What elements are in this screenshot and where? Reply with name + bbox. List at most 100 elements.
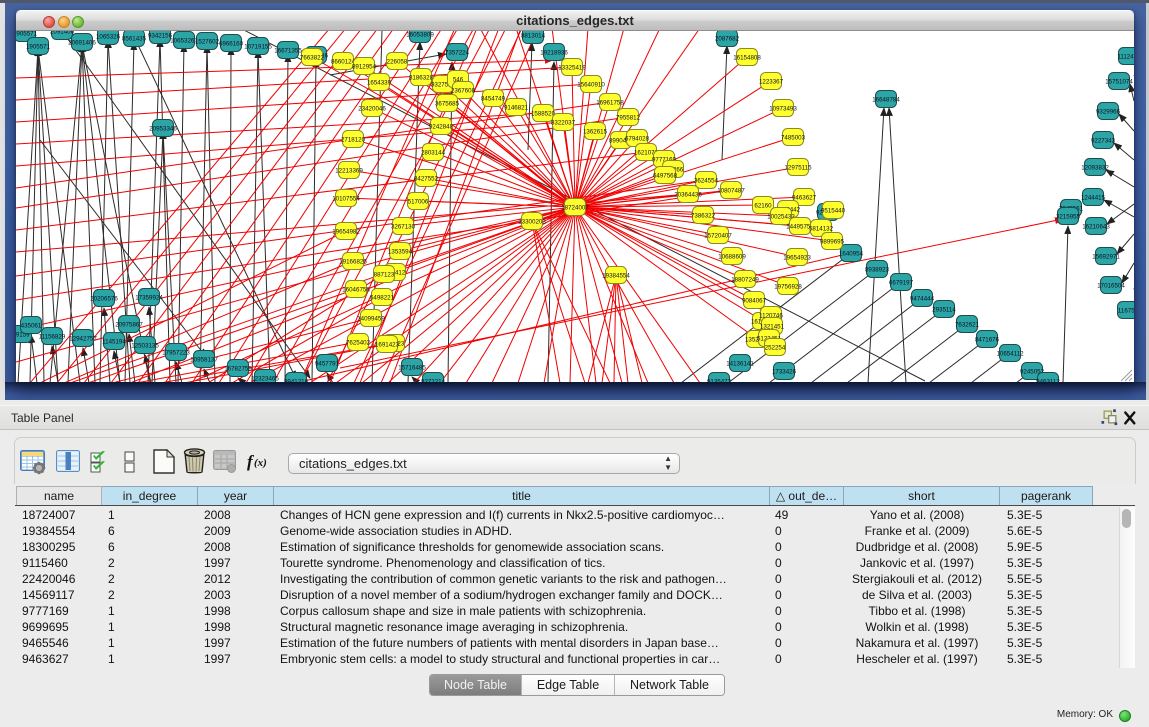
svg-text:2718120: 2718120 xyxy=(341,136,366,143)
svg-text:2935114: 2935114 xyxy=(932,306,956,313)
svg-text:9084067: 9084067 xyxy=(742,297,767,304)
svg-text:9227343: 9227343 xyxy=(1091,137,1116,144)
svg-text:10958137: 10958137 xyxy=(190,356,218,363)
svg-text:1065326: 1065326 xyxy=(96,33,121,40)
svg-text:887123: 887123 xyxy=(374,271,395,278)
svg-text:8427552: 8427552 xyxy=(414,175,439,182)
svg-text:15692971: 15692971 xyxy=(1092,253,1120,260)
svg-text:8561435: 8561435 xyxy=(122,35,147,42)
svg-text:20691406: 20691406 xyxy=(68,39,96,46)
svg-text:6966160: 6966160 xyxy=(219,40,244,47)
svg-text:7625402: 7625402 xyxy=(346,339,371,346)
svg-text:8471676: 8471676 xyxy=(975,336,1000,343)
svg-text:1640954: 1640954 xyxy=(839,250,864,257)
svg-text:3267130: 3267130 xyxy=(391,223,416,230)
svg-text:20364436: 20364436 xyxy=(674,191,702,198)
svg-text:9329966: 9329966 xyxy=(1096,108,1121,115)
svg-text:13325419: 13325419 xyxy=(558,64,586,71)
svg-text:16782759: 16782759 xyxy=(224,365,252,372)
svg-text:12942757: 12942757 xyxy=(69,335,97,342)
svg-text:18807249: 18807249 xyxy=(731,276,759,283)
svg-text:8322037: 8322037 xyxy=(551,119,576,126)
svg-text:9146821: 9146821 xyxy=(504,104,529,111)
svg-text:1353594: 1353594 xyxy=(388,248,413,255)
svg-text:6497568: 6497568 xyxy=(653,172,678,179)
svg-text:9899695: 9899695 xyxy=(820,238,845,245)
svg-text:1905571: 1905571 xyxy=(26,43,51,50)
svg-text:10807487: 10807487 xyxy=(717,187,745,194)
svg-text:2803144: 2803144 xyxy=(421,149,446,156)
svg-text:5814132: 5814132 xyxy=(809,225,834,232)
svg-text:10654112: 10654112 xyxy=(996,350,1024,357)
svg-text:3675685: 3675685 xyxy=(435,100,460,107)
svg-text:6794028: 6794028 xyxy=(625,135,650,142)
svg-text:2091406: 2091406 xyxy=(50,31,75,35)
svg-text:17359924: 17359924 xyxy=(135,294,163,301)
svg-text:19218936: 19218936 xyxy=(540,49,568,56)
svg-text:17016504: 17016504 xyxy=(1097,282,1125,289)
svg-text:3624554: 3624554 xyxy=(694,177,719,184)
svg-text:16053809: 16053809 xyxy=(406,31,434,38)
svg-text:1145194: 1145194 xyxy=(102,338,126,345)
svg-text:226058: 226058 xyxy=(387,58,408,65)
svg-text:12093832: 12093832 xyxy=(1081,164,1109,171)
svg-text:116753: 116753 xyxy=(1118,307,1134,314)
svg-text:12323465: 12323465 xyxy=(251,375,279,382)
svg-text:1588520: 1588520 xyxy=(531,110,556,117)
svg-text:20975867: 20975867 xyxy=(115,321,143,328)
svg-text:20953346: 20953346 xyxy=(149,125,177,132)
svg-text:8186328: 8186328 xyxy=(409,74,434,81)
svg-text:19756928: 19756928 xyxy=(774,283,802,290)
svg-text:1733426: 1733426 xyxy=(772,368,797,375)
svg-text:15751074: 15751074 xyxy=(1105,78,1133,85)
svg-text:15640910: 15640910 xyxy=(577,81,605,88)
svg-text:19166825: 19166825 xyxy=(339,258,367,265)
svg-text:18724007: 18724007 xyxy=(561,204,589,211)
svg-text:14099459: 14099459 xyxy=(357,315,385,322)
svg-text:1362615: 1362615 xyxy=(583,128,608,135)
svg-text:15716485: 15716485 xyxy=(398,364,426,371)
svg-text:1112455: 1112455 xyxy=(1117,53,1134,60)
svg-text:12503135: 12503135 xyxy=(131,342,159,349)
svg-text:12213369: 12213369 xyxy=(335,167,363,174)
svg-text:6679197: 6679197 xyxy=(889,279,914,286)
svg-text:2087682: 2087682 xyxy=(715,35,740,42)
svg-text:16961758: 16961758 xyxy=(596,99,624,106)
svg-text:3215955: 3215955 xyxy=(1056,213,1081,220)
svg-text:62160: 62160 xyxy=(754,202,772,209)
svg-text:517006: 517006 xyxy=(408,198,429,205)
svg-text:(x): (x) xyxy=(254,457,267,469)
svg-text:252254: 252254 xyxy=(765,344,786,351)
svg-text:5498221: 5498221 xyxy=(370,294,395,301)
svg-text:9463627: 9463627 xyxy=(792,194,817,201)
svg-text:9515440: 9515440 xyxy=(821,207,846,214)
svg-text:19384554: 19384554 xyxy=(602,272,630,279)
svg-text:10973493: 10973493 xyxy=(769,105,797,112)
svg-text:1244415: 1244415 xyxy=(1081,194,1106,201)
svg-text:7955812: 7955812 xyxy=(616,114,641,121)
svg-text:435061: 435061 xyxy=(21,322,42,329)
svg-text:23300203: 23300203 xyxy=(518,218,546,225)
svg-text:1527602: 1527602 xyxy=(195,38,220,45)
svg-text:1691423: 1691423 xyxy=(375,341,400,348)
svg-text:7386322: 7386322 xyxy=(691,212,716,219)
svg-text:7357224: 7357224 xyxy=(445,49,470,56)
svg-text:2367608: 2367608 xyxy=(451,87,476,94)
svg-text:11156829: 11156829 xyxy=(39,333,66,340)
svg-text:8813014: 8813014 xyxy=(521,32,546,39)
svg-text:1654339: 1654339 xyxy=(367,79,392,86)
svg-text:10719155: 10719155 xyxy=(244,43,272,50)
svg-text:19654982: 19654982 xyxy=(332,228,360,235)
svg-text:7632621: 7632621 xyxy=(955,321,980,328)
svg-text:10688609: 10688609 xyxy=(718,253,746,260)
svg-text:15720407: 15720407 xyxy=(704,232,732,239)
svg-text:9242848: 9242848 xyxy=(429,123,454,130)
svg-text:1223367: 1223367 xyxy=(759,78,784,85)
svg-text:16648784: 16648784 xyxy=(872,96,900,103)
svg-text:1905571: 1905571 xyxy=(16,31,38,37)
svg-text:8912954: 8912954 xyxy=(352,63,377,70)
svg-text:19654923: 19654923 xyxy=(783,254,811,261)
svg-text:16671355: 16671355 xyxy=(274,47,302,54)
svg-text:10107554: 10107554 xyxy=(332,195,360,202)
svg-text:17957223: 17957223 xyxy=(162,349,190,356)
